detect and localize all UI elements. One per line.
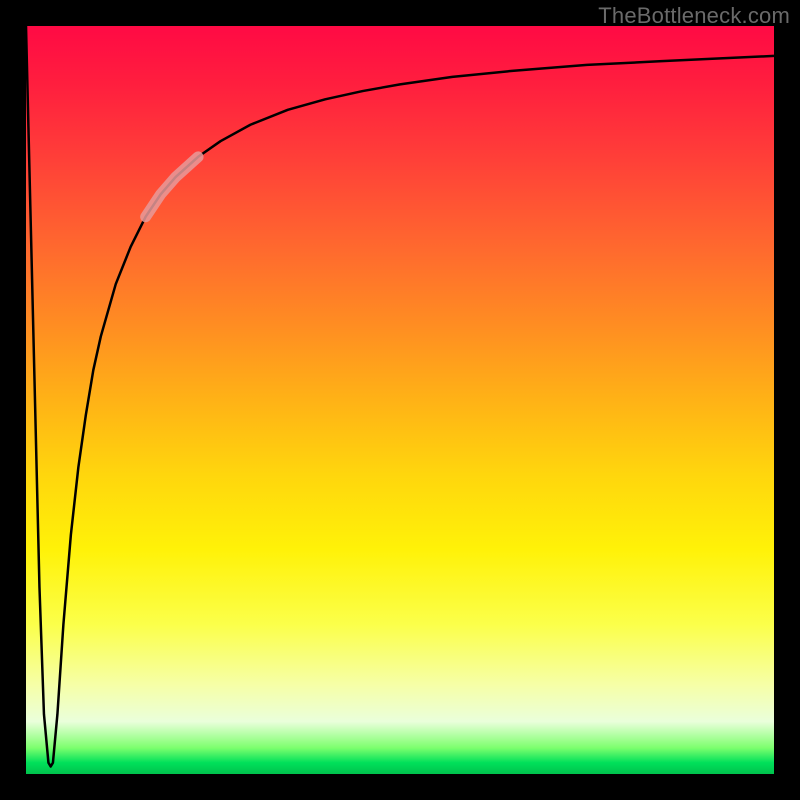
bottleneck-curve: [26, 26, 774, 767]
highlight-segment: [146, 157, 198, 217]
curve-layer: [26, 26, 774, 767]
chart-frame: TheBottleneck.com: [0, 0, 800, 800]
watermark-text: TheBottleneck.com: [598, 3, 790, 29]
plot-area: [26, 26, 774, 774]
chart-svg: [26, 26, 774, 774]
highlight-layer: [146, 157, 198, 217]
